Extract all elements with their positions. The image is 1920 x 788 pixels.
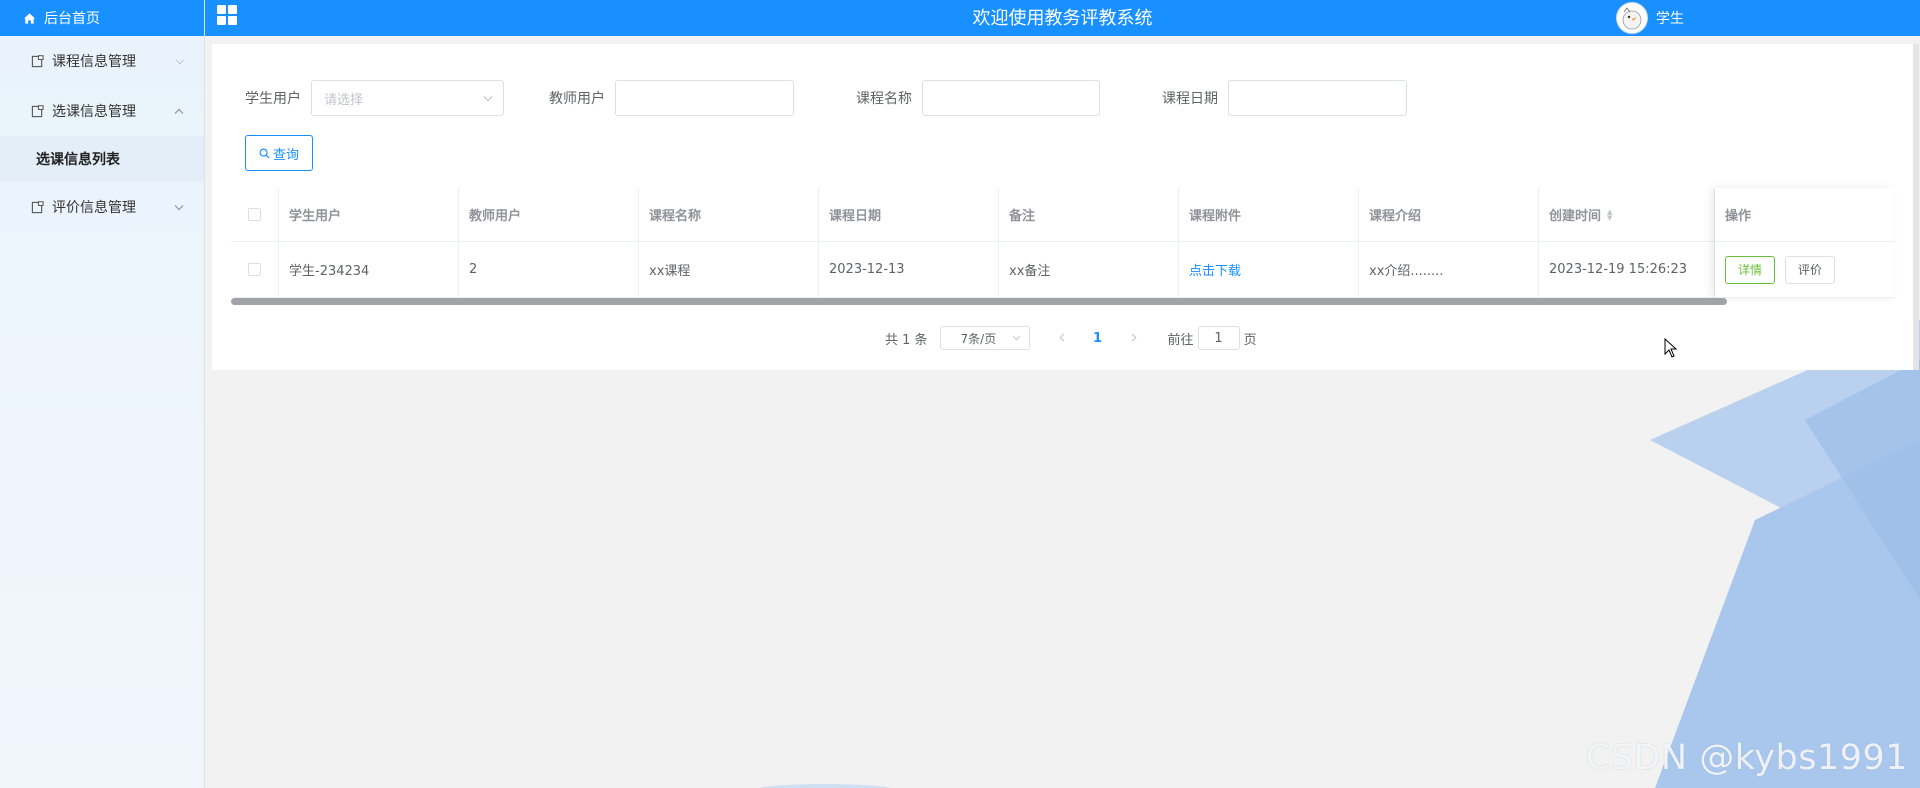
course-date-filter-label: 课程日期 <box>1162 91 1218 107</box>
sidebar: 后台首页 课程信息管理 ⌵ 选课信息管理 选课信息列表 评价信息管理 <box>0 0 205 788</box>
student-filter-label: 学生用户 <box>245 91 301 107</box>
column-header: 课程名称 <box>639 188 819 241</box>
column-header: 操作 <box>1725 209 1752 224</box>
sidebar-item-label: 课程信息管理 <box>52 54 136 70</box>
action-row: 详情 评价 <box>1715 242 1895 298</box>
select-all-checkbox[interactable] <box>248 208 261 221</box>
user-menu[interactable]: 学生 <box>1616 0 1684 36</box>
sidebar-item-evaluation-info[interactable]: 评价信息管理 <box>0 182 204 232</box>
filter-bar: 学生用户 请选择 教师用户 课程名称 课程日期 <box>212 80 1407 116</box>
sidebar-item-label: 评价信息管理 <box>52 200 136 216</box>
detail-button[interactable]: 详情 <box>1725 255 1776 284</box>
chevron-down-icon <box>483 92 493 105</box>
teacher-input[interactable] <box>615 80 794 116</box>
goto-page-input[interactable]: 1 <box>1197 326 1240 350</box>
course-name-input[interactable] <box>922 80 1100 116</box>
fixed-action-column: 操作 详情 评价 <box>1715 188 1895 298</box>
action-header: 操作 <box>1715 188 1895 242</box>
cell-student: 学生-234234 <box>279 242 459 297</box>
course-date-input[interactable] <box>1228 80 1407 116</box>
column-header: 备注 <box>999 188 1179 241</box>
column-header-label: 创建时间 <box>1549 209 1602 224</box>
sidebar-item-course-info[interactable]: 课程信息管理 ⌵ <box>0 36 204 86</box>
student-select[interactable]: 请选择 <box>311 80 504 116</box>
sidebar-home-label: 后台首页 <box>44 11 100 27</box>
vertical-scrollbar[interactable] <box>1913 44 1919 370</box>
query-button-label: 查询 <box>272 147 299 163</box>
teacher-filter-label: 教师用户 <box>549 91 605 107</box>
mouse-cursor-icon <box>1664 338 1678 358</box>
cell-remark: xx备注 <box>999 242 1179 297</box>
sidebar-item-label: 选课信息管理 <box>52 104 136 120</box>
cell-course-date: 2023-12-13 <box>819 242 999 297</box>
goto-prefix: 前往 <box>1167 332 1194 348</box>
cell-teacher: 2 <box>459 242 639 297</box>
column-header-created[interactable]: 创建时间 ▲ ▼ <box>1539 188 1715 241</box>
cell-intro: xx介绍........ <box>1359 242 1539 297</box>
column-header: 教师用户 <box>459 188 639 241</box>
document-icon <box>30 104 44 118</box>
avatar <box>1616 2 1648 34</box>
chevron-down-icon <box>174 201 184 214</box>
prev-page-icon[interactable] <box>1050 331 1074 345</box>
sidebar-home[interactable]: 后台首页 <box>0 0 204 36</box>
course-name-filter-label: 课程名称 <box>856 91 912 107</box>
goto-suffix: 页 <box>1243 332 1257 348</box>
page-size-value: 7条/页 <box>960 331 997 346</box>
select-all-cell <box>231 188 279 241</box>
table-header: 学生用户 教师用户 课程名称 课程日期 备注 课程附件 课程介绍 创建时间 ▲ ▼ <box>231 188 1895 242</box>
next-page-icon[interactable] <box>1122 331 1146 345</box>
top-header: 欢迎使用教务评教系统 学生 <box>205 0 1920 36</box>
query-button[interactable]: 查询 <box>245 135 313 171</box>
data-table: 学生用户 教师用户 课程名称 课程日期 备注 课程附件 课程介绍 创建时间 ▲ ▼… <box>231 188 1895 298</box>
watermark: CSDN @kybs1991 <box>1585 738 1908 778</box>
cell-attachment: 点击下载 <box>1179 242 1359 297</box>
chevron-up-icon <box>174 105 184 118</box>
download-link[interactable]: 点击下载 <box>1189 260 1241 279</box>
user-name: 学生 <box>1656 11 1684 27</box>
row-select-cell <box>231 242 279 297</box>
column-header: 课程日期 <box>819 188 999 241</box>
main-card: 学生用户 请选择 教师用户 课程名称 课程日期 查询 学生用户 教师用户 课程名… <box>212 44 1913 370</box>
horizontal-scrollbar[interactable] <box>231 298 1727 305</box>
column-header: 学生用户 <box>279 188 459 241</box>
page-number[interactable]: 1 <box>1086 331 1110 346</box>
student-select-placeholder: 请选择 <box>324 92 364 108</box>
document-icon <box>30 200 44 214</box>
cell-course-name: xx课程 <box>639 242 819 297</box>
evaluate-button[interactable]: 评价 <box>1785 255 1836 284</box>
table-row: 学生-234234 2 xx课程 2023-12-13 xx备注 点击下载 xx… <box>231 242 1895 298</box>
row-checkbox[interactable] <box>248 263 261 276</box>
total-count: 共 1 条 <box>885 332 928 348</box>
sidebar-item-selection-info[interactable]: 选课信息管理 <box>0 86 204 136</box>
cell-actions: 详情 评价 <box>1715 242 1895 297</box>
pagination: 共 1 条 7条/页 1 前往 1 页 <box>885 326 1257 350</box>
column-header: 课程附件 <box>1179 188 1359 241</box>
sidebar-subitem-selection-list[interactable]: 选课信息列表 <box>0 136 204 182</box>
chevron-down-icon <box>1012 333 1021 344</box>
column-header: 课程介绍 <box>1359 188 1539 241</box>
chevron-down-icon: ⌵ <box>175 54 184 67</box>
search-icon <box>259 148 270 159</box>
sort-icon[interactable]: ▲ ▼ <box>1607 208 1612 221</box>
page-jump: 前往 1 页 <box>1168 326 1257 350</box>
document-icon <box>30 54 44 68</box>
page-size-select[interactable]: 7条/页 <box>939 326 1030 350</box>
home-icon <box>22 11 36 25</box>
cell-created: 2023-12-19 15:26:23 <box>1539 242 1715 297</box>
